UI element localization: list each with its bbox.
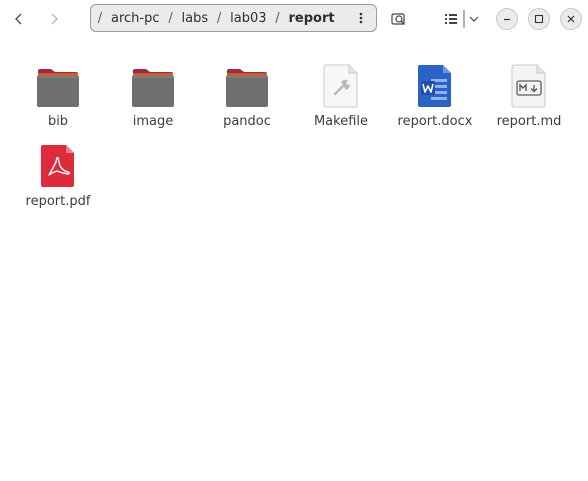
breadcrumb-report[interactable]: report — [285, 11, 339, 26]
chevron-right-icon — [51, 13, 58, 25]
file-name: report.md — [496, 114, 562, 129]
file-name: pandoc — [223, 114, 271, 129]
chevron-left-icon — [15, 13, 22, 25]
file-item-report-pdf[interactable]: report.pdf — [11, 140, 105, 218]
file-name: report.pdf — [25, 194, 91, 209]
close-icon — [567, 15, 575, 23]
view-options-button[interactable] — [467, 7, 481, 31]
maximize-icon — [534, 14, 544, 24]
search-button[interactable] — [389, 7, 409, 31]
close-button[interactable] — [560, 8, 582, 30]
view-mode-button[interactable] — [441, 7, 461, 31]
file-item-makefile[interactable]: Makefile — [294, 60, 388, 138]
breadcrumb-lab03[interactable]: lab03 — [226, 11, 270, 26]
breadcrumb-arch-pc[interactable]: arch-pc — [107, 11, 164, 26]
file-item-bib[interactable]: bib — [11, 60, 105, 138]
path-menu-button[interactable] — [352, 9, 370, 27]
path-bar[interactable]: / arch-pc / labs / lab03 / report — [90, 4, 377, 32]
list-view-icon — [445, 14, 457, 24]
minimize-icon — [504, 18, 510, 21]
file-name: bib — [47, 114, 69, 129]
view-divider — [462, 7, 466, 31]
root-separator[interactable]: / — [93, 11, 107, 26]
word-document-icon — [411, 60, 459, 108]
maximize-button[interactable] — [528, 8, 550, 30]
file-item-report-md[interactable]: report.md — [482, 60, 576, 138]
file-grid: bib image pandoc Makefile report.docx re… — [0, 38, 588, 481]
chevron-down-icon — [469, 16, 479, 22]
file-item-pandoc[interactable]: pandoc — [200, 60, 294, 138]
back-button[interactable] — [6, 6, 32, 32]
breadcrumb-separator: / — [216, 10, 222, 26]
file-name: report.docx — [397, 114, 473, 129]
vertical-ellipsis-icon — [359, 12, 363, 24]
header-bar: / arch-pc / labs / lab03 / report — [0, 0, 588, 38]
file-item-report-docx[interactable]: report.docx — [388, 60, 482, 138]
minimize-button[interactable] — [496, 8, 518, 30]
markdown-icon — [505, 60, 553, 108]
pdf-icon — [34, 140, 82, 188]
folder-icon — [129, 60, 177, 108]
folder-icon — [34, 60, 82, 108]
folder-icon — [223, 60, 271, 108]
forward-button[interactable] — [41, 6, 67, 32]
search-icon — [391, 13, 405, 25]
divider-line — [463, 10, 465, 28]
breadcrumb-separator: / — [275, 10, 280, 26]
breadcrumb-separator: / — [168, 10, 173, 26]
file-item-image[interactable]: image — [106, 60, 200, 138]
breadcrumb-labs[interactable]: labs — [178, 11, 213, 26]
file-name: Makefile — [313, 114, 369, 129]
makefile-icon — [317, 60, 365, 108]
file-name: image — [132, 114, 174, 129]
file-manager-window: / arch-pc / labs / lab03 / report bib im… — [0, 0, 588, 481]
